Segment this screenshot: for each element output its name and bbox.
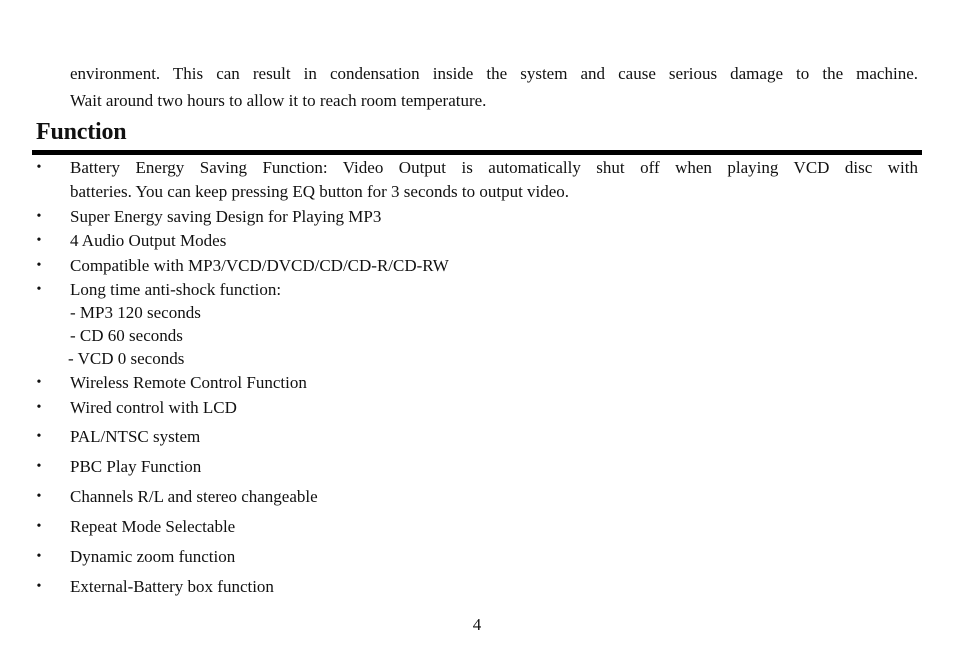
section-divider <box>32 150 922 155</box>
bullet-icon: • <box>36 375 42 390</box>
bullet-icon: • <box>36 209 42 224</box>
bullet-icon: • <box>36 549 42 564</box>
bullet-icon: • <box>36 579 42 594</box>
intro-line-2: Wait around two hours to allow it to rea… <box>70 91 487 110</box>
bullet-icon: • <box>36 160 42 175</box>
list-item-text: Repeat Mode Selectable <box>70 517 236 536</box>
list-item-text: Dynamic zoom function <box>70 547 236 566</box>
list-item-text: Wireless Remote Control Function <box>70 373 307 392</box>
page-number: 4 <box>472 615 482 634</box>
sub-item: - MP3 120 seconds <box>70 303 201 322</box>
list-item-text: PBC Play Function <box>70 457 202 476</box>
bullet-icon: • <box>36 400 42 415</box>
list-item-text: Super Energy saving Design for Playing M… <box>70 207 382 226</box>
list-item-line-1: Battery Energy Saving Function: Video Ou… <box>70 158 918 177</box>
sub-item: - VCD 0 seconds <box>68 349 185 368</box>
bullet-icon: • <box>36 258 42 273</box>
intro-line-1: environment. This can result in condensa… <box>70 64 918 83</box>
section-heading: Function <box>36 119 127 145</box>
bullet-icon: • <box>36 233 42 248</box>
bullet-icon: • <box>36 489 42 504</box>
list-item-line-2: batteries. You can keep pressing EQ butt… <box>70 182 570 201</box>
list-item-text: 4 Audio Output Modes <box>70 231 227 250</box>
bullet-icon: • <box>36 459 42 474</box>
list-item-text: Long time anti-shock function: <box>70 280 282 299</box>
list-item-text: PAL/NTSC system <box>70 427 201 446</box>
bullet-icon: • <box>36 519 42 534</box>
list-item-text: Wired control with LCD <box>70 398 237 417</box>
list-item-text: Battery Energy Saving Function: Video Ou… <box>70 156 918 204</box>
bullet-icon: • <box>36 429 42 444</box>
list-item-text: Channels R/L and stereo changeable <box>70 487 318 506</box>
bullet-icon: • <box>36 282 42 297</box>
sub-item: - CD 60 seconds <box>70 326 183 345</box>
list-item-text: Compatible with MP3/VCD/DVCD/CD/CD-R/CD-… <box>70 256 449 275</box>
intro-paragraph: environment. This can result in condensa… <box>70 60 918 114</box>
list-item-text: External-Battery box function <box>70 577 274 596</box>
